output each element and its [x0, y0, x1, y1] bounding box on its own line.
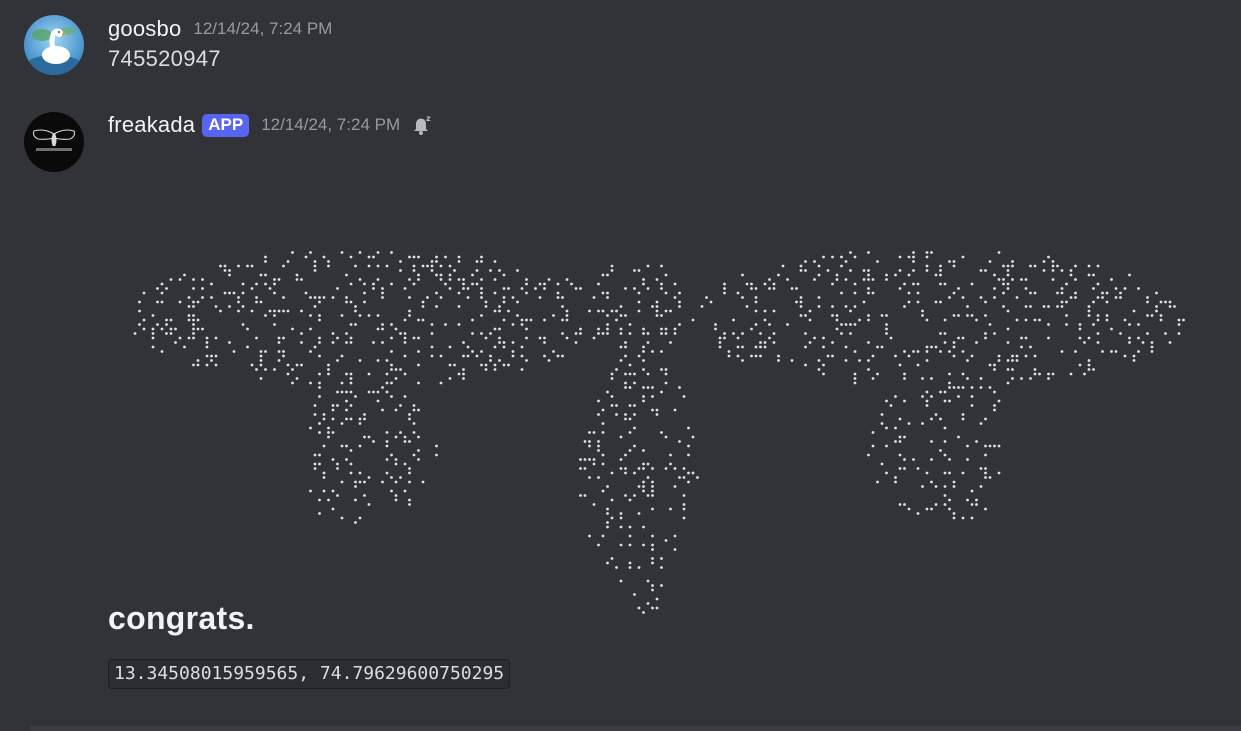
timestamp[interactable]: 12/14/24, 7:24 PM [193, 19, 332, 39]
avatar-goose-icon[interactable] [24, 15, 84, 75]
message-content: 745520947 [108, 46, 221, 71]
braille-cicada-art [133, 251, 1185, 614]
goose-avatar-graphic [24, 15, 84, 75]
username[interactable]: goosbo [108, 16, 181, 42]
svg-text:z: z [426, 114, 431, 123]
bell-snooze-icon: z [410, 113, 434, 137]
coordinates-code[interactable]: 13.34508015959565, 74.79629600750295 [108, 659, 511, 689]
username[interactable]: freakada [108, 112, 195, 138]
timestamp[interactable]: 12/14/24, 7:24 PM [261, 115, 400, 135]
cicada-avatar-graphic [24, 112, 84, 172]
message-header: freakada APP 12/14/24, 7:24 PM z [108, 110, 434, 140]
next-message-edge [30, 726, 1241, 731]
congrats-heading: congrats. [108, 600, 255, 636]
message-header: goosbo 12/14/24, 7:24 PM [108, 14, 332, 44]
app-badge: APP [202, 113, 250, 137]
avatar-cicada-icon[interactable] [24, 112, 84, 172]
